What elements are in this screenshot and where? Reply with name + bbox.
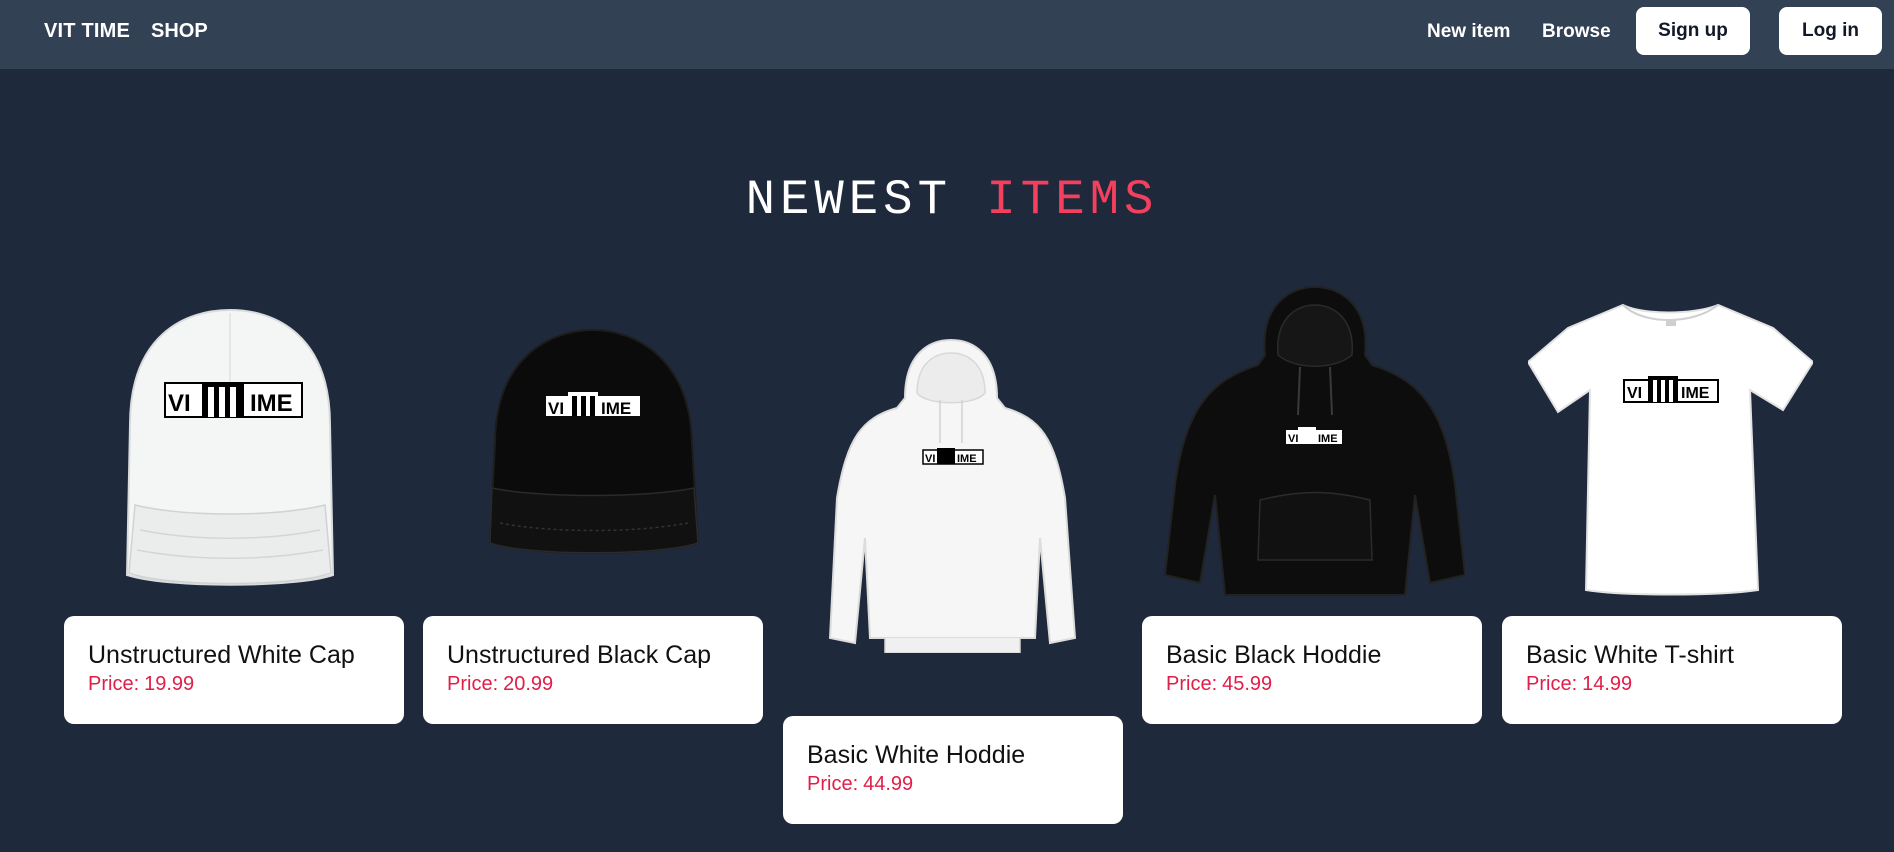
svg-text:IME: IME bbox=[601, 399, 631, 418]
white-hoodie-image[interactable]: VI IME bbox=[825, 338, 1077, 653]
svg-text:VI: VI bbox=[925, 453, 935, 465]
product-name: Basic White Hoddie bbox=[807, 741, 1026, 769]
white-tshirt-image[interactable]: VI IME bbox=[1528, 300, 1813, 598]
white-cap-image[interactable]: VI IME bbox=[95, 305, 365, 590]
product-price: Price: 45.99 bbox=[1166, 673, 1273, 695]
black-cap-image[interactable]: VI IME bbox=[480, 328, 705, 558]
product-price: Price: 44.99 bbox=[807, 773, 914, 795]
product-name: Unstructured Black Cap bbox=[447, 641, 712, 669]
svg-text:VI: VI bbox=[168, 390, 191, 417]
product-price: Price: 19.99 bbox=[88, 673, 195, 695]
heading-newest: NEWEST bbox=[745, 172, 952, 228]
product-name: Basic Black Hoddie bbox=[1166, 641, 1382, 669]
svg-text:VI: VI bbox=[548, 399, 564, 418]
svg-text:IME: IME bbox=[1318, 433, 1338, 445]
product-card[interactable]: Basic White Hoddie Price: 44.99 bbox=[783, 716, 1123, 824]
nav-shop-link[interactable]: SHOP bbox=[151, 20, 208, 43]
top-navbar: VIT TIME SHOP New item Browse Sign up Lo… bbox=[0, 0, 1894, 69]
product-name: Unstructured White Cap bbox=[88, 641, 355, 669]
product-card[interactable]: Basic White T-shirt Price: 14.99 bbox=[1502, 616, 1842, 724]
section-heading: NEWEST ITEMS bbox=[0, 172, 1894, 228]
log-in-button[interactable]: Log in bbox=[1779, 7, 1882, 55]
nav-browse-link[interactable]: Browse bbox=[1542, 21, 1611, 43]
nav-new-item-link[interactable]: New item bbox=[1427, 21, 1510, 43]
heading-items: ITEMS bbox=[986, 172, 1159, 228]
product-card[interactable]: Unstructured Black Cap Price: 20.99 bbox=[423, 616, 763, 724]
product-card[interactable]: Basic Black Hoddie Price: 45.99 bbox=[1142, 616, 1482, 724]
brand-logo-link[interactable]: VIT TIME bbox=[44, 20, 130, 43]
product-name: Basic White T-shirt bbox=[1526, 641, 1734, 669]
svg-text:VI: VI bbox=[1288, 433, 1298, 445]
product-card[interactable]: Unstructured White Cap Price: 19.99 bbox=[64, 616, 404, 724]
svg-text:IME: IME bbox=[1681, 385, 1710, 402]
product-price: Price: 14.99 bbox=[1526, 673, 1633, 695]
svg-text:VI: VI bbox=[1627, 385, 1642, 402]
svg-text:IME: IME bbox=[957, 453, 977, 465]
product-price: Price: 20.99 bbox=[447, 673, 554, 695]
sign-up-button[interactable]: Sign up bbox=[1636, 7, 1750, 55]
black-hoodie-image[interactable]: VI IME bbox=[1160, 285, 1465, 605]
svg-text:IME: IME bbox=[250, 390, 293, 417]
